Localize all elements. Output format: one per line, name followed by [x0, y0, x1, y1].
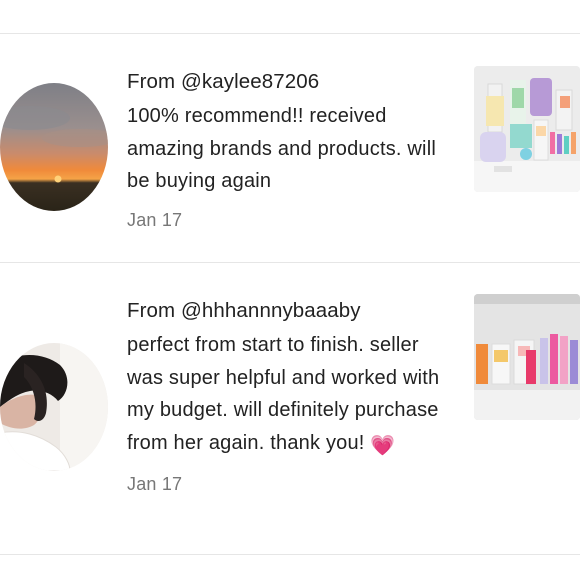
sunset-avatar-icon	[0, 83, 108, 211]
avatar[interactable]	[0, 343, 108, 471]
reviewer-name[interactable]: From @kaylee87206	[127, 68, 457, 96]
review-feed: From @kaylee87206 100% recommend!! recei…	[0, 0, 580, 579]
review-text: 100% recommend!! received amazing brands…	[127, 105, 436, 192]
review-date: Jan 17	[127, 209, 183, 230]
reviewer-name[interactable]: From @hhhannnybaaaby	[127, 297, 457, 325]
divider	[0, 554, 580, 555]
review-date: Jan 17	[127, 474, 183, 494]
review-content: From @hhhannnybaaaby perfect from start …	[127, 297, 457, 495]
person-avatar-icon	[0, 343, 108, 471]
review-content: From @kaylee87206 100% recommend!! recei…	[127, 68, 457, 231]
avatar[interactable]	[0, 83, 108, 211]
review-item: From @hhhannnybaaaby perfect from start …	[0, 263, 580, 554]
review-item: From @kaylee87206 100% recommend!! recei…	[0, 34, 580, 262]
review-text: perfect from start to finish. seller was…	[127, 329, 457, 462]
product-thumbnail[interactable]	[474, 66, 580, 192]
skincare-products-photo-icon	[474, 294, 580, 420]
product-thumbnail[interactable]	[474, 294, 580, 420]
skincare-products-photo-icon	[474, 66, 580, 192]
heart-emoji-icon: 💗	[370, 434, 396, 457]
